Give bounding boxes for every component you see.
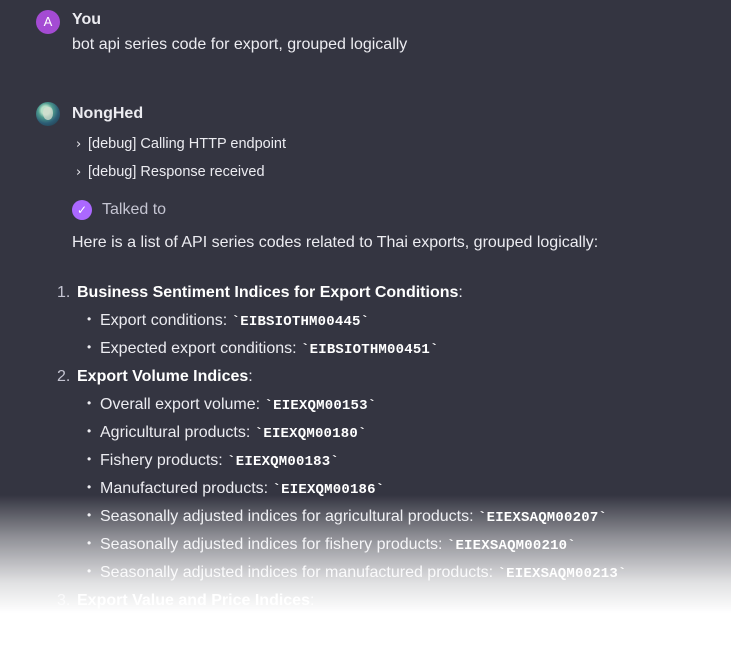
list-item: • Seasonally adjusted indices for agricul… — [87, 508, 608, 526]
section-number: 2. — [57, 368, 71, 385]
check-circle-icon: ✓ — [72, 200, 92, 220]
list-item: • Manufactured products: `EIEXQM00186` — [87, 480, 385, 498]
section-heading: 2. Export Volume Indices: — [57, 368, 253, 385]
debug-toggle-call[interactable]: › [debug] Calling HTTP endpoint — [76, 136, 286, 152]
bot-avatar — [36, 102, 60, 126]
user-author-name: You — [72, 11, 102, 28]
series-code: `EIEXQM00153` — [264, 398, 377, 414]
item-label: Overall export volume: — [100, 396, 261, 413]
list-item: • Export conditions: `EIBSIOTHM00445` — [87, 312, 370, 330]
item-label: Export conditions: — [100, 312, 228, 329]
series-code: `EIBSIOTHM00445` — [231, 314, 370, 330]
item-label: Seasonally adjusted indices for fishery … — [100, 536, 443, 553]
item-label: Agricultural products: — [100, 424, 251, 441]
section-number: 1. — [57, 284, 71, 301]
user-message-text: bot api series code for export, grouped … — [72, 36, 408, 53]
section-number: 3. — [57, 592, 71, 609]
chevron-right-icon: › — [76, 137, 82, 152]
series-code: `EIEXSAQM00213` — [497, 566, 627, 582]
debug-toggle-response[interactable]: › [debug] Response received — [76, 164, 265, 180]
user-avatar: A — [36, 10, 60, 34]
response-intro: Here is a list of API series codes relat… — [72, 234, 599, 251]
bot-author-name: NongHed — [72, 105, 144, 122]
section-title: Business Sentiment Indices for Export Co… — [77, 284, 459, 301]
series-code: `EIBSIOTHM00451` — [301, 342, 439, 358]
item-label: Manufactured products: — [100, 480, 269, 497]
item-label: Seasonally adjusted indices for agricult… — [100, 508, 474, 525]
list-item: • Overall export volume: `EIEXQM00153` — [87, 396, 377, 414]
section-heading: 1. Business Sentiment Indices for Export … — [57, 284, 463, 301]
section-title: Export Value and Price Indices — [77, 592, 310, 609]
chat-window: A You bot api series code for export, gr… — [0, 0, 731, 646]
list-item: • Seasonally adjusted indices for manufac… — [87, 564, 627, 582]
item-label: Fishery products: — [100, 452, 223, 469]
item-label: Expected export conditions: — [100, 340, 297, 357]
section-title: Export Volume Indices — [77, 368, 249, 385]
list-item: • Seasonally adjusted indices for fishery… — [87, 536, 576, 554]
series-code: `EIEXSAQM00210` — [446, 538, 576, 554]
debug-label: [debug] Response received — [88, 164, 265, 180]
series-code: `EIEXQM00186` — [272, 482, 385, 498]
debug-label: [debug] Calling HTTP endpoint — [88, 136, 287, 152]
series-code: `EIEXSAQM00207` — [478, 510, 608, 526]
item-label: Seasonally adjusted indices for manufact… — [100, 564, 494, 581]
series-code: `EIEXQM00183` — [227, 454, 339, 470]
list-item: • Agricultural products: `EIEXQM00180` — [87, 424, 367, 442]
chevron-right-icon: › — [76, 165, 82, 180]
list-item: • Fishery products: `EIEXQM00183` — [87, 452, 339, 470]
list-item: • Expected export conditions: `EIBSIOTHM0… — [87, 340, 439, 358]
section-heading: 3. Export Value and Price Indices: — [57, 592, 315, 609]
series-code: `EIEXQM00180` — [254, 426, 367, 442]
talked-to-label: Talked to — [102, 201, 167, 218]
